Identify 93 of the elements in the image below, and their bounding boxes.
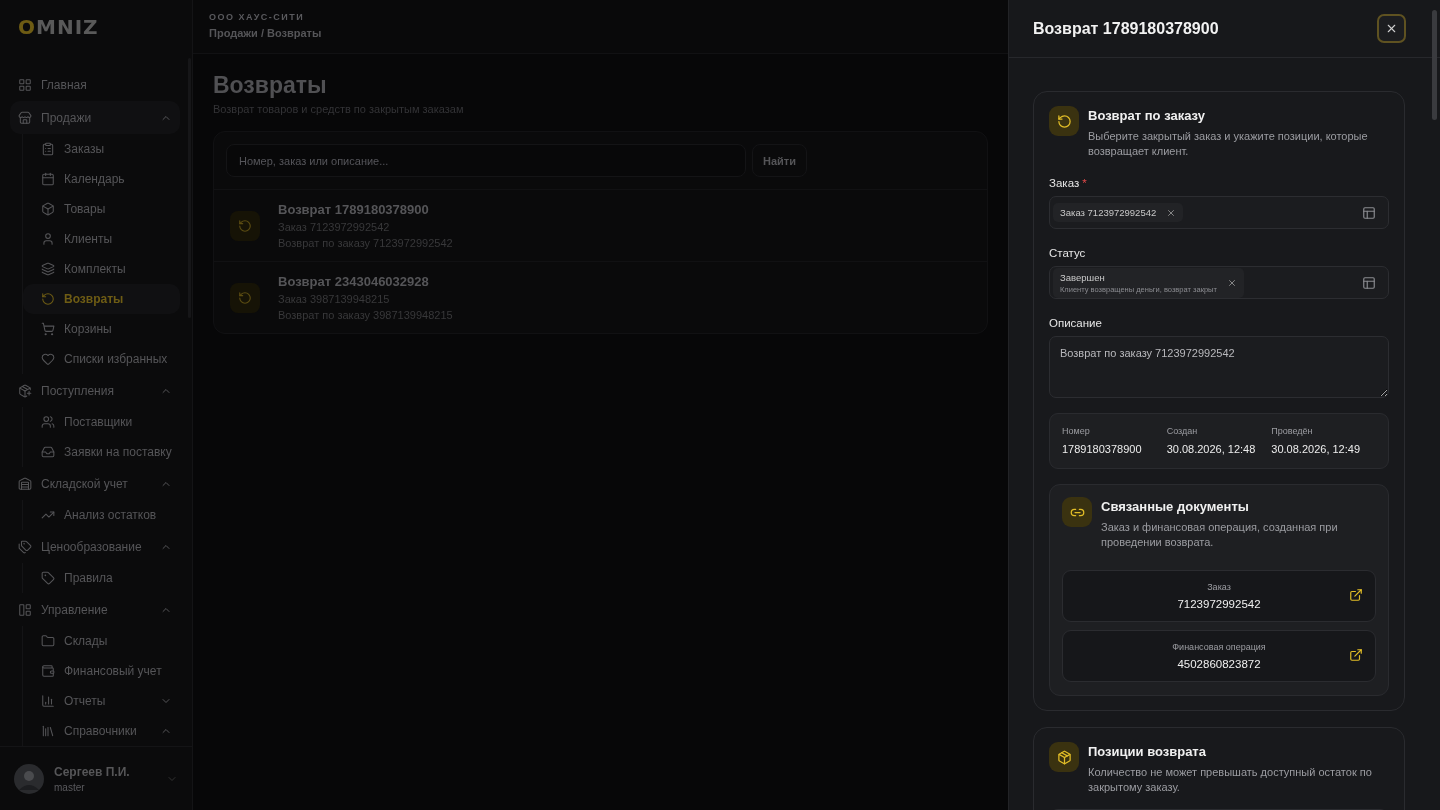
- document-label: Финансовая операция: [1172, 642, 1266, 652]
- calendar-icon: [41, 172, 55, 186]
- page-title: Возвраты: [213, 72, 328, 99]
- grid-icon: [18, 77, 32, 92]
- box-icon: [1049, 742, 1079, 772]
- document-card[interactable]: Заказ 7123972992542: [1062, 570, 1376, 622]
- sidebar-item[interactable]: Управление: [10, 593, 180, 626]
- remove-icon[interactable]: [1166, 207, 1177, 218]
- sidebar-item[interactable]: Клиенты: [23, 224, 180, 254]
- sidebar-item[interactable]: Заявки на поставку: [23, 437, 180, 467]
- sidebar-item[interactable]: Склады: [23, 626, 180, 656]
- clipboard-icon: [41, 142, 55, 156]
- books-icon: [41, 724, 55, 738]
- section-title: Возврат по заказу: [1088, 108, 1206, 123]
- order-select[interactable]: Заказ 7123972992542: [1049, 196, 1389, 229]
- field-label: Статус: [1049, 247, 1087, 259]
- meta-value: 30.08.2026, 12:49: [1271, 443, 1362, 455]
- sidebar-item[interactable]: Поступления: [10, 374, 180, 407]
- link-icon: [1062, 497, 1092, 527]
- section-title: Связанные документы: [1101, 499, 1250, 514]
- warehouse-icon: [18, 476, 32, 491]
- sidebar-item[interactable]: Складской учет: [10, 467, 180, 500]
- logo: OMNIZ: [17, 14, 100, 41]
- sidebar-item[interactable]: Товары: [23, 194, 180, 224]
- close-icon: [1385, 22, 1398, 35]
- meta-label: Проведён: [1271, 426, 1314, 436]
- external-link-icon[interactable]: [1349, 648, 1363, 662]
- sidebar-item[interactable]: Комплекты: [23, 254, 180, 284]
- sidebar-item[interactable]: Отчеты: [23, 686, 180, 716]
- sidebar-item[interactable]: Корзины: [23, 314, 180, 344]
- sidebar-item[interactable]: Анализ остатков: [23, 500, 180, 530]
- meta-label: Номер: [1062, 426, 1091, 436]
- sidebar-item[interactable]: Заказы: [23, 134, 180, 164]
- sidebar-item[interactable]: Продажи: [10, 101, 180, 134]
- meta-value: 1789180378900: [1062, 443, 1143, 455]
- layout-icon: [18, 602, 32, 617]
- sidebar-item[interactable]: Возвраты: [23, 284, 180, 314]
- section-subtitle: Выберите закрытый заказ и укажите позиции, которые возвращает клиент.: [1088, 129, 1369, 159]
- avatar: [14, 763, 44, 794]
- external-link-icon[interactable]: [1349, 588, 1363, 602]
- return-title[interactable]: Возврат 2343046032928: [278, 274, 453, 289]
- remove-icon[interactable]: [1226, 277, 1237, 288]
- heart-icon: [41, 352, 55, 366]
- return-icon: [41, 292, 55, 306]
- meta-value: 30.08.2026, 12:48: [1166, 443, 1257, 455]
- inbox-icon: [41, 445, 55, 459]
- layout-icon[interactable]: [1362, 205, 1376, 220]
- return-icon: [230, 210, 260, 241]
- return-title[interactable]: Возврат 1789180378900: [278, 202, 453, 217]
- user-role: master: [54, 781, 86, 793]
- section-subtitle: Количество не может превышать доступный остаток по закрытому заказу.: [1088, 765, 1373, 795]
- users-icon: [41, 415, 55, 429]
- sidebar-item[interactable]: Календарь: [23, 164, 180, 194]
- sidebar-item[interactable]: Главная: [10, 68, 180, 101]
- section-title: Позиции возврата: [1088, 744, 1207, 759]
- store-icon: [18, 110, 32, 125]
- document-label: Заказ: [1207, 582, 1231, 592]
- bar-chart-icon: [41, 694, 55, 708]
- required-mark: *: [1082, 177, 1087, 189]
- document-card[interactable]: Финансовая операция 4502860823872: [1062, 630, 1376, 682]
- user-icon: [41, 232, 55, 246]
- package-icon: [18, 383, 32, 398]
- layout-icon[interactable]: [1362, 275, 1376, 290]
- description-field[interactable]: Возврат по заказу 7123972992542: [1049, 336, 1389, 398]
- box-icon: [41, 202, 55, 216]
- section-subtitle: Заказ и финансовая операция, созданная при проведении возврата.: [1101, 520, 1339, 550]
- close-button[interactable]: [1377, 14, 1406, 43]
- company-name: ООО ХАУС-СИТИ: [209, 12, 306, 22]
- field-label: Описание: [1049, 317, 1103, 329]
- user-name: Сергеев П.И.: [54, 764, 131, 779]
- order-chip: Заказ 7123972992542: [1053, 203, 1184, 222]
- find-button[interactable]: Найти: [752, 144, 807, 177]
- document-number: 4502860823872: [1177, 658, 1261, 670]
- search-field[interactable]: Номер, заказ или описание...: [226, 144, 746, 177]
- wallet-icon: [41, 664, 55, 678]
- tag-icon: [41, 571, 55, 585]
- layers-icon: [41, 262, 55, 276]
- sidebar-item[interactable]: Справочники: [23, 716, 180, 746]
- drawer-title: Возврат 1789180378900: [1033, 19, 1219, 38]
- breadcrumb: Продажи / Возвраты: [209, 27, 323, 39]
- sidebar-item[interactable]: Ценообразование: [10, 530, 180, 563]
- document-number: 7123972992542: [1177, 598, 1261, 610]
- folder-icon: [41, 634, 55, 648]
- meta-label: Создан: [1166, 426, 1199, 436]
- return-icon: [1049, 106, 1079, 136]
- return-icon: [230, 282, 260, 313]
- sidebar-item[interactable]: Списки избранных: [23, 344, 180, 374]
- tags-icon: [18, 539, 32, 554]
- sidebar-item[interactable]: Поставщики: [23, 407, 180, 437]
- field-label: Заказ: [1049, 177, 1080, 189]
- cart-icon: [41, 322, 55, 336]
- sidebar-item[interactable]: Правила: [23, 563, 180, 593]
- sidebar-item[interactable]: Финансовый учет: [23, 656, 180, 686]
